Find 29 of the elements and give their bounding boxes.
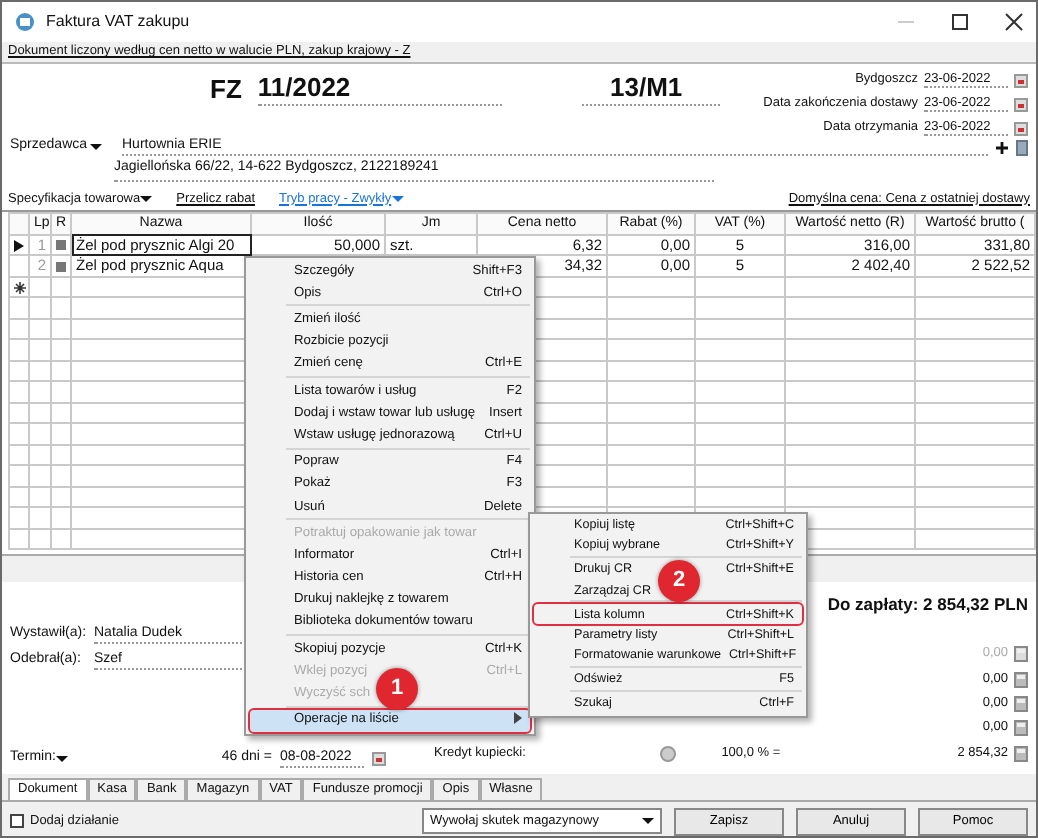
calculator-icon[interactable]: [1014, 671, 1028, 688]
status-square-icon: [56, 240, 66, 251]
caret-icon: [642, 816, 654, 826]
document-series: 13/M1: [582, 72, 720, 106]
window-title: Faktura VAT zakupu: [46, 12, 190, 32]
calendar-icon[interactable]: [1014, 97, 1028, 111]
calculator-icon[interactable]: [1014, 745, 1028, 762]
calendar-icon[interactable]: [1014, 73, 1028, 87]
radio-icon[interactable]: [659, 745, 676, 762]
calendar-icon[interactable]: [1014, 121, 1028, 135]
calculator-icon[interactable]: [1014, 695, 1028, 712]
calculator-icon[interactable]: [1014, 720, 1028, 737]
new-row-icon: [14, 281, 26, 294]
caret-icon[interactable]: [90, 142, 102, 152]
calculator-icon[interactable]: [1014, 646, 1028, 663]
add-icon[interactable]: [996, 141, 1008, 153]
caret-icon[interactable]: [55, 753, 68, 764]
status-square-icon: [56, 261, 66, 272]
book-icon[interactable]: [1016, 139, 1028, 155]
document-number: 11/2022: [257, 72, 503, 106]
app-icon: [14, 12, 36, 32]
caret-icon[interactable]: [140, 193, 153, 204]
amount-due: Do zapłaty: 2 854,32 PLN: [827, 594, 1028, 615]
document-prefix: FZ: [210, 74, 242, 106]
current-row-icon: [14, 239, 24, 252]
calendar-icon[interactable]: [372, 751, 386, 766]
close-icon[interactable]: [1004, 12, 1024, 32]
maximize-icon[interactable]: [950, 12, 970, 32]
submenu-arrow-icon: [514, 712, 522, 725]
